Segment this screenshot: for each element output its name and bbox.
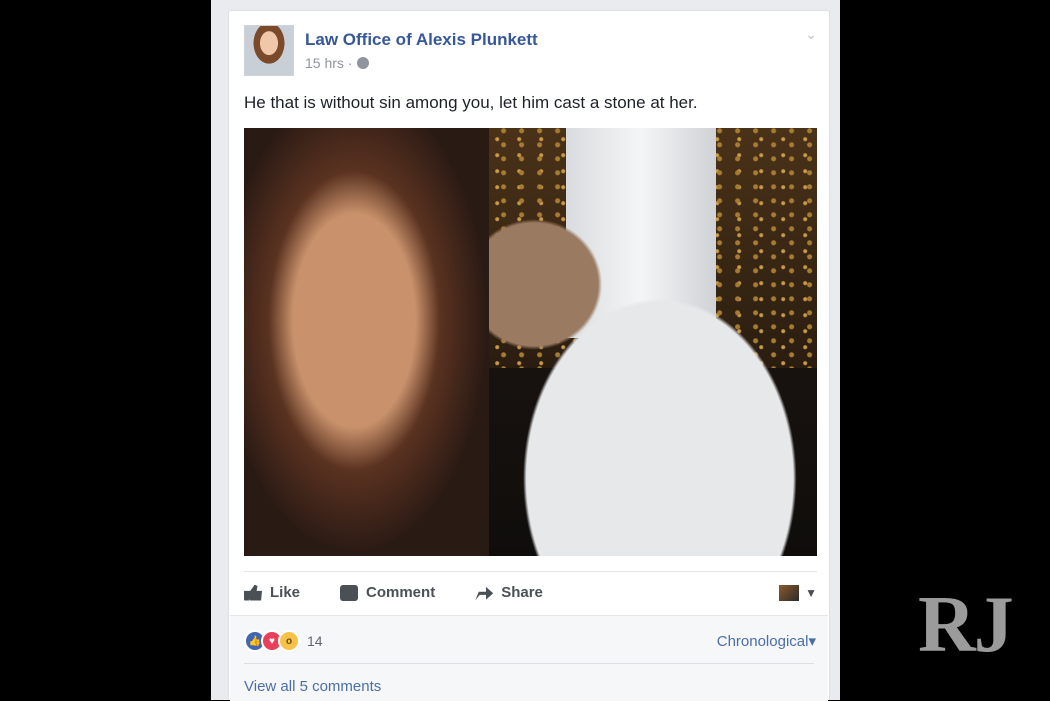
comment-button[interactable]: Comment — [340, 584, 435, 601]
meta-separator: · — [347, 55, 353, 71]
rj-watermark-logo: RJ — [918, 581, 1014, 669]
audience-selector[interactable]: ▼ — [779, 584, 817, 601]
wow-reaction-icon: o — [278, 630, 300, 652]
reaction-count: 14 — [307, 633, 323, 649]
chevron-down-icon[interactable]: ⌄ — [805, 26, 817, 43]
comment-label: Comment — [366, 584, 436, 601]
page-thumbnail-icon — [779, 584, 800, 601]
post-meta: 15 hrs · — [305, 55, 369, 71]
speech-bubble-icon — [340, 584, 359, 601]
post-photo[interactable] — [244, 128, 817, 556]
author-avatar[interactable] — [244, 25, 294, 76]
facebook-post-card: Law Office of Alexis Plunkett 15 hrs · ⌄… — [228, 10, 830, 701]
divider — [244, 663, 814, 664]
like-label: Like — [270, 584, 301, 601]
comment-order-label: Chronological — [716, 633, 809, 650]
post-text: He that is without sin among you, let hi… — [244, 93, 698, 112]
share-button[interactable]: Share — [475, 584, 543, 601]
reaction-summary[interactable]: 👍 ♥ o 14 — [244, 630, 323, 652]
thumbs-up-icon — [244, 584, 262, 601]
reactions-section: 👍 ♥ o 14 Chronological▾ View all 5 comme… — [230, 615, 828, 701]
comment-order-dropdown[interactable]: Chronological▾ — [717, 632, 816, 650]
post-author-link[interactable]: Law Office of Alexis Plunkett — [305, 30, 538, 50]
photo-woman — [244, 128, 489, 556]
view-all-comments-link[interactable]: View all 5 comments — [244, 678, 381, 695]
share-arrow-icon — [475, 586, 494, 601]
globe-icon[interactable] — [356, 57, 369, 69]
caret-down-icon: ▼ — [805, 585, 817, 600]
like-button[interactable]: Like — [244, 584, 300, 601]
share-label: Share — [501, 584, 543, 601]
post-action-bar: Like Comment Share ▼ — [244, 571, 817, 613]
post-timestamp[interactable]: 15 hrs — [305, 55, 344, 71]
caret-down-icon: ▾ — [808, 633, 816, 650]
